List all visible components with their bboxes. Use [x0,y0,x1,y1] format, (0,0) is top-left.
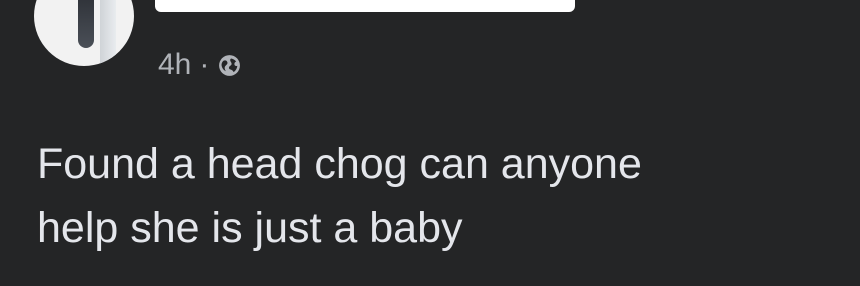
post-meta: 4h · [158,48,242,82]
redacted-author-name [155,0,575,12]
globe-icon[interactable] [217,53,242,78]
post-timestamp[interactable]: 4h [158,48,191,82]
post-body-text: Found a head chog can anyone help she is… [37,140,642,253]
avatar-person-silhouette [78,0,94,48]
social-post: 4h · Found a head chog can anyone help s… [0,0,860,286]
avatar-door-frame [100,0,116,66]
profile-avatar[interactable] [34,0,134,66]
meta-separator: · [199,48,210,81]
